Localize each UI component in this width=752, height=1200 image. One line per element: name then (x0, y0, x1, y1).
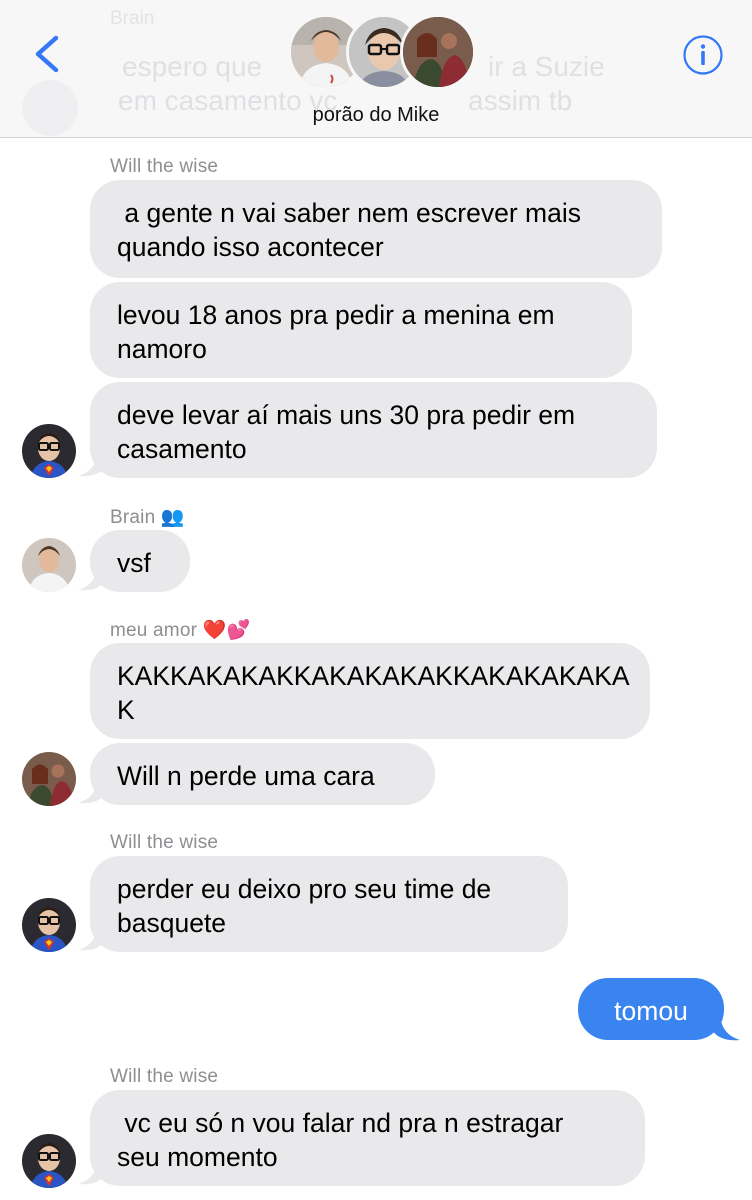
message-bubble[interactable]: KAKKAKAKAKKAKAKAKAKKAKAKAKAKA K (90, 643, 650, 739)
message-bubble[interactable]: Will n perde uma cara (90, 743, 435, 805)
bubble-tail (78, 448, 106, 477)
avatar[interactable] (22, 898, 76, 952)
message-bubble-outgoing[interactable]: tomou (578, 978, 724, 1040)
group-avatars[interactable] (288, 14, 476, 94)
avatar[interactable] (22, 538, 76, 592)
info-icon (683, 35, 723, 75)
avatar[interactable] (22, 1134, 76, 1188)
bubble-tail (78, 562, 106, 591)
message-bubble[interactable]: vc eu só n vou falar nd pra n estragar s… (90, 1090, 645, 1186)
bubble-tail (712, 1012, 740, 1041)
sender-name: Will the wise (110, 832, 219, 853)
ghost-sender-name: Brain (110, 8, 155, 29)
message-bubble[interactable]: deve levar aí mais uns 30 pra pedir em c… (90, 382, 657, 478)
conversation-header: Brain espero que ir a Suzie em casamento… (0, 0, 752, 138)
sender-name: meu amor ❤️💕 (110, 620, 251, 641)
group-avatar-3 (400, 14, 476, 90)
bubble-tail (78, 1156, 106, 1185)
avatar[interactable] (22, 424, 76, 478)
message-bubble[interactable]: a gente n vai saber nem escrever mais qu… (90, 180, 662, 278)
group-name[interactable]: porão do Mike (0, 104, 752, 127)
bubble-tail (78, 775, 106, 804)
info-button[interactable] (682, 34, 724, 76)
message-bubble[interactable]: perder eu deixo pro seu time de basquete (90, 856, 568, 952)
bubble-tail (78, 922, 106, 951)
sender-name: Will the wise (110, 156, 219, 177)
sender-name: Will the wise (110, 1066, 219, 1087)
avatar[interactable] (22, 752, 76, 806)
ghost-message-text: ir a Suzie (488, 51, 605, 82)
sender-name: Brain 👥 (110, 507, 185, 528)
chevron-left-icon (35, 35, 59, 73)
ghost-message-text: espero que (122, 51, 263, 82)
message-bubble[interactable]: levou 18 anos pra pedir a menina em namo… (90, 282, 632, 378)
back-button[interactable] (28, 30, 68, 78)
